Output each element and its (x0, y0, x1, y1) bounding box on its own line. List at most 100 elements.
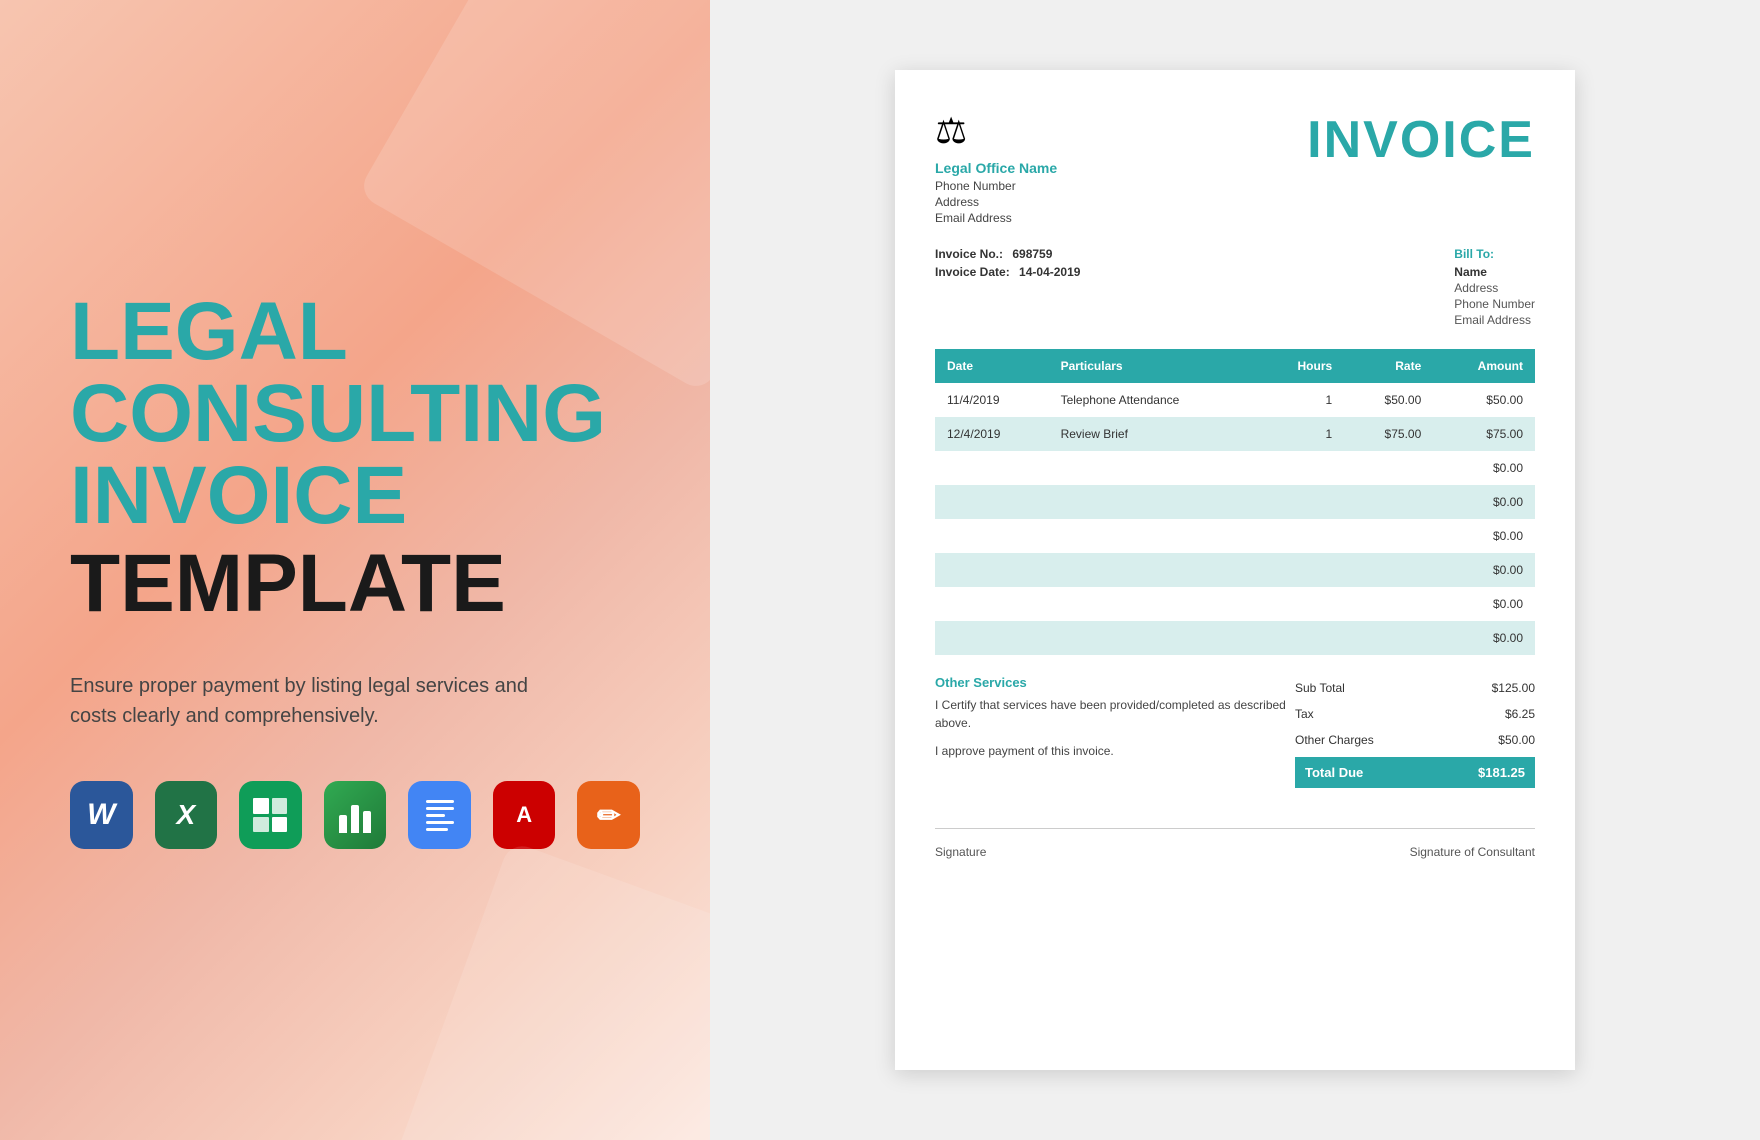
cell-rate (1344, 485, 1433, 519)
tax-value: $6.25 (1505, 707, 1535, 721)
cell-amount: $0.00 (1433, 553, 1535, 587)
cell-rate (1344, 621, 1433, 655)
cell-date (935, 553, 1049, 587)
invoice-no-row: Invoice No.: 698759 (935, 247, 1080, 261)
invoice-no-value: 698759 (1012, 247, 1052, 261)
numbers-icon[interactable] (324, 781, 387, 849)
word-icon[interactable]: W (70, 781, 133, 849)
cell-hours (1258, 485, 1344, 519)
col-amount: Amount (1433, 349, 1535, 383)
company-address: Address (935, 195, 1057, 209)
other-services: Other Services I Certify that services h… (935, 675, 1295, 788)
tax-label: Tax (1295, 707, 1334, 721)
total-due-label: Total Due (1305, 765, 1363, 780)
invoice-bottom: Other Services I Certify that services h… (935, 675, 1535, 788)
main-title: LEGAL CONSULTING INVOICE TEMPLATE (70, 291, 640, 671)
invoice-no-label: Invoice No.: (935, 247, 1003, 261)
cell-date (935, 451, 1049, 485)
invoice-date-value: 14-04-2019 (1019, 265, 1080, 279)
cell-date (935, 621, 1049, 655)
app-icons-row: W X (70, 781, 640, 849)
bill-to-phone: Phone Number (1454, 297, 1535, 311)
pages-icon[interactable]: ✏ (577, 781, 640, 849)
cell-hours (1258, 451, 1344, 485)
invoice-numbers: Invoice No.: 698759 Invoice Date: 14-04-… (935, 247, 1080, 329)
invoice-paper: ⚖ Legal Office Name Phone Number Address… (895, 70, 1575, 1070)
subtotal-row: Sub Total $125.00 (1295, 675, 1535, 701)
invoice-date-row: Invoice Date: 14-04-2019 (935, 265, 1080, 279)
table-row: 11/4/2019 Telephone Attendance 1 $50.00 … (935, 383, 1535, 417)
title-consulting: CONSULTING (70, 368, 606, 459)
other-services-label: Other Services (935, 675, 1295, 690)
totals-section: Sub Total $125.00 Tax $6.25 Other Charge… (1295, 675, 1535, 788)
cell-particulars (1049, 553, 1259, 587)
bill-to-name: Name (1454, 265, 1535, 279)
cell-date (935, 587, 1049, 621)
other-charges-row: Other Charges $50.00 (1295, 727, 1535, 753)
table-row: $0.00 (935, 587, 1535, 621)
table-row: $0.00 (935, 621, 1535, 655)
right-panel: ⚖ Legal Office Name Phone Number Address… (710, 0, 1760, 1140)
bill-to-section: Bill To: Name Address Phone Number Email… (1454, 247, 1535, 329)
cell-particulars: Telephone Attendance (1049, 383, 1259, 417)
cell-hours (1258, 621, 1344, 655)
cell-particulars (1049, 587, 1259, 621)
cell-amount: $0.00 (1433, 519, 1535, 553)
cell-hours (1258, 553, 1344, 587)
left-panel: LEGAL CONSULTING INVOICE TEMPLATE Ensure… (0, 0, 710, 1140)
col-particulars: Particulars (1049, 349, 1259, 383)
cell-particulars (1049, 519, 1259, 553)
cell-amount: $50.00 (1433, 383, 1535, 417)
cell-amount: $0.00 (1433, 621, 1535, 655)
description-text: Ensure proper payment by listing legal s… (70, 671, 530, 731)
company-name: Legal Office Name (935, 160, 1057, 176)
scales-icon: ⚖ (935, 110, 1057, 152)
cell-rate (1344, 587, 1433, 621)
table-row: $0.00 (935, 519, 1535, 553)
signature-right: Signature of Consultant (1410, 845, 1535, 859)
other-services-text: I Certify that services have been provid… (935, 696, 1295, 732)
cell-particulars (1049, 485, 1259, 519)
title-legal: LEGAL (70, 286, 348, 377)
company-email: Email Address (935, 211, 1057, 225)
company-phone: Phone Number (935, 179, 1057, 193)
subtotal-value: $125.00 (1492, 681, 1535, 695)
cell-rate (1344, 451, 1433, 485)
gsheets-icon[interactable] (239, 781, 302, 849)
col-hours: Hours (1258, 349, 1344, 383)
bill-to-label: Bill To: (1454, 247, 1535, 261)
cell-hours (1258, 587, 1344, 621)
cell-amount: $0.00 (1433, 587, 1535, 621)
cell-particulars (1049, 451, 1259, 485)
tax-row: Tax $6.25 (1295, 701, 1535, 727)
cell-rate: $50.00 (1344, 383, 1433, 417)
cell-rate: $75.00 (1344, 417, 1433, 451)
acrobat-icon[interactable]: A (493, 781, 556, 849)
other-charges-value: $50.00 (1498, 733, 1535, 747)
excel-icon[interactable]: X (155, 781, 218, 849)
total-due-value: $181.25 (1478, 765, 1525, 780)
cell-date (935, 485, 1049, 519)
cell-hours: 1 (1258, 417, 1344, 451)
signature-section: Signature Signature of Consultant (935, 828, 1535, 859)
title-invoice: INVOICE (70, 450, 407, 541)
table-row: 12/4/2019 Review Brief 1 $75.00 $75.00 (935, 417, 1535, 451)
cell-hours (1258, 519, 1344, 553)
invoice-header: ⚖ Legal Office Name Phone Number Address… (935, 110, 1535, 227)
other-charges-label: Other Charges (1295, 733, 1394, 747)
table-row: $0.00 (935, 451, 1535, 485)
cell-amount: $0.00 (1433, 485, 1535, 519)
total-due-row: Total Due $181.25 (1295, 757, 1535, 788)
cell-rate (1344, 519, 1433, 553)
cell-date (935, 519, 1049, 553)
approve-text: I approve payment of this invoice. (935, 744, 1295, 758)
company-section: ⚖ Legal Office Name Phone Number Address… (935, 110, 1057, 227)
invoice-info: Invoice No.: 698759 Invoice Date: 14-04-… (935, 247, 1535, 329)
gdocs-icon[interactable] (408, 781, 471, 849)
invoice-date-label: Invoice Date: (935, 265, 1010, 279)
table-header-row: Date Particulars Hours Rate Amount (935, 349, 1535, 383)
col-rate: Rate (1344, 349, 1433, 383)
invoice-title-section: INVOICE (1307, 110, 1535, 170)
bill-to-address: Address (1454, 281, 1535, 295)
cell-date: 11/4/2019 (935, 383, 1049, 417)
